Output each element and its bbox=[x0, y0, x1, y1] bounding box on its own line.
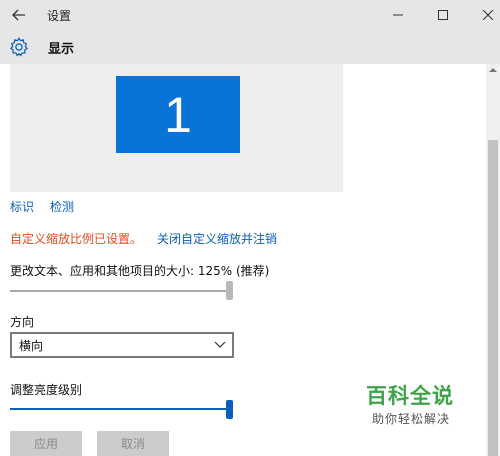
page-header: 显示 bbox=[0, 30, 500, 64]
custom-scaling-warning: 自定义缩放比例已设置。 bbox=[10, 232, 143, 246]
chevron-down-icon bbox=[214, 341, 226, 348]
close-button[interactable] bbox=[465, 0, 500, 30]
maximize-icon bbox=[438, 10, 448, 20]
apply-button[interactable]: 应用 bbox=[10, 431, 82, 456]
watermark-subtitle: 助你轻松解决 bbox=[372, 412, 451, 426]
brightness-slider-thumb[interactable] bbox=[226, 400, 233, 419]
display-preview: 1 bbox=[10, 64, 343, 192]
orientation-label: 方向 bbox=[10, 315, 35, 329]
orientation-selected-value: 横向 bbox=[19, 339, 44, 353]
cancel-button[interactable]: 取消 bbox=[97, 431, 169, 456]
minimize-icon bbox=[393, 14, 403, 16]
brightness-label: 调整亮度级别 bbox=[10, 383, 83, 397]
scale-slider-thumb[interactable] bbox=[226, 281, 233, 300]
scale-label: 更改文本、应用和其他项目的大小: 125% (推荐) bbox=[10, 264, 270, 278]
orientation-dropdown[interactable]: 横向 bbox=[10, 332, 234, 358]
window-title: 设置 bbox=[47, 9, 72, 23]
scrollbar-thumb[interactable] bbox=[488, 140, 498, 456]
identify-link[interactable]: 标识 bbox=[10, 198, 34, 215]
scroll-up-arrow-icon[interactable] bbox=[489, 66, 497, 74]
page-title: 显示 bbox=[48, 42, 75, 57]
monitor-number: 1 bbox=[164, 86, 192, 143]
vertical-scrollbar[interactable] bbox=[486, 64, 500, 456]
maximize-button[interactable] bbox=[420, 0, 466, 30]
scale-slider-track[interactable] bbox=[10, 290, 230, 292]
back-button[interactable] bbox=[6, 3, 32, 27]
back-arrow-icon bbox=[12, 9, 25, 21]
monitor-1[interactable]: 1 bbox=[116, 76, 240, 153]
watermark-title: 百科全说 bbox=[366, 384, 454, 408]
close-icon bbox=[483, 10, 493, 20]
minimize-button[interactable] bbox=[375, 0, 421, 30]
turn-off-custom-scaling-link[interactable]: 关闭自定义缩放并注销 bbox=[157, 230, 277, 247]
gear-icon bbox=[10, 37, 28, 57]
brightness-slider-track[interactable] bbox=[10, 408, 230, 410]
title-bar: 设置 bbox=[0, 0, 500, 30]
detect-link[interactable]: 检测 bbox=[50, 198, 74, 215]
